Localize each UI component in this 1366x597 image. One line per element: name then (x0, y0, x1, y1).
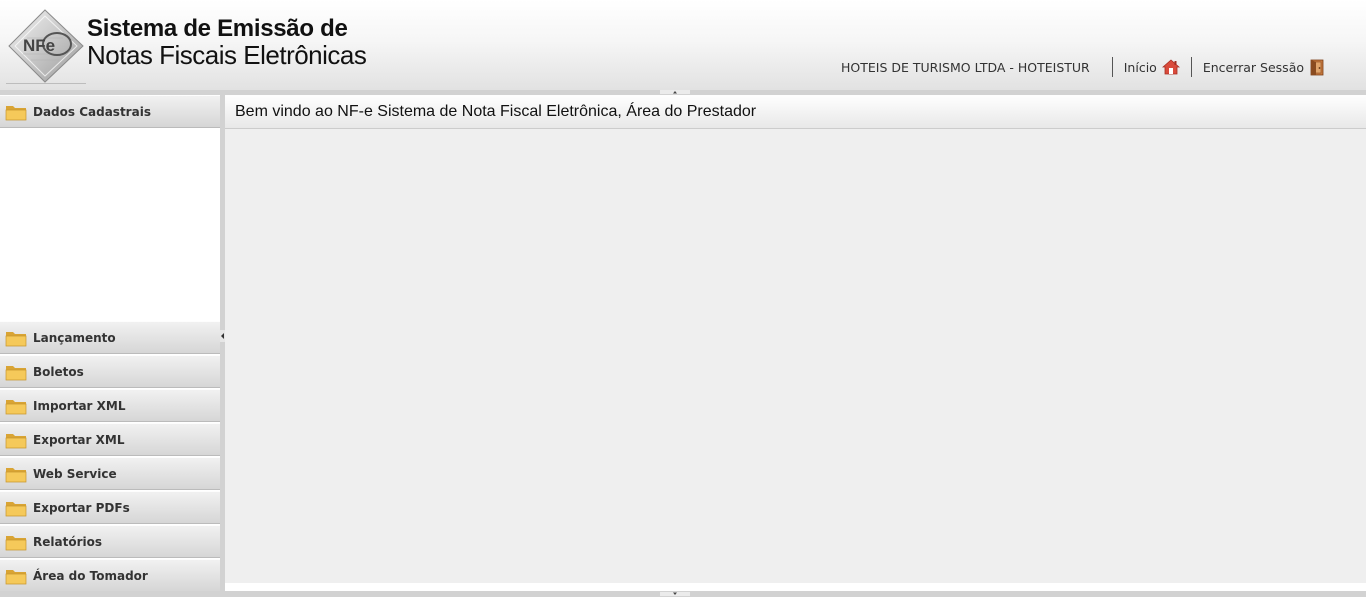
app-header: NFe Sistema de Emissão de Notas Fiscais … (0, 0, 1366, 90)
app-title-line1: Sistema de Emissão de (87, 15, 348, 42)
folder-icon (5, 365, 27, 380)
home-link[interactable]: Início (1113, 59, 1191, 75)
top-navigation: HOTEIS DE TURISMO LTDA - HOTEISTUR Iníci… (841, 57, 1336, 77)
sidebar-item-exportar-xml[interactable]: Exportar XML (0, 423, 220, 456)
sidebar-item-label: Lançamento (33, 330, 116, 345)
sidebar-item-lancamento[interactable]: Lançamento (0, 321, 220, 354)
logo-text: NFe (23, 36, 55, 55)
sidebar-item-relatorios[interactable]: Relatórios (0, 525, 220, 558)
sidebar-item-boletos[interactable]: Boletos (0, 355, 220, 388)
sidebar-item-label: Dados Cadastrais (33, 104, 151, 119)
folder-icon (5, 535, 27, 550)
sidebar-accordion: Dados Cadastrais Lançamento Boletos Impo… (0, 95, 220, 592)
logout-link-label: Encerrar Sessão (1202, 59, 1304, 75)
main-content: Bem vindo ao NF-e Sistema de Nota Fiscal… (225, 95, 1366, 591)
nfe-logo: NFe (7, 8, 85, 84)
company-name: HOTEIS DE TURISMO LTDA - HOTEISTUR (841, 59, 1090, 75)
sidebar-item-label: Exportar XML (33, 432, 125, 447)
content-header: Bem vindo ao NF-e Sistema de Nota Fiscal… (225, 95, 1366, 129)
sidebar-item-dados-cadastrais[interactable]: Dados Cadastrais (0, 95, 220, 128)
page-title: Bem vindo ao NF-e Sistema de Nota Fiscal… (235, 103, 757, 120)
house-icon (1161, 59, 1180, 75)
app-title: Sistema de Emissão de Notas Fiscais Elet… (87, 15, 367, 70)
folder-icon (5, 105, 27, 120)
sidebar-item-label: Exportar PDFs (33, 500, 130, 515)
logout-link[interactable]: Encerrar Sessão (1192, 59, 1336, 76)
sidebar-item-importar-xml[interactable]: Importar XML (0, 389, 220, 422)
sidebar-item-area-do-tomador[interactable]: Área do Tomador (0, 559, 220, 592)
app-title-line2: Notas Fiscais Eletrônicas (87, 40, 367, 70)
sidebar-item-exportar-pdfs[interactable]: Exportar PDFs (0, 491, 220, 524)
sidebar-item-web-service[interactable]: Web Service (0, 457, 220, 490)
folder-icon (5, 331, 27, 346)
folder-icon (5, 569, 27, 584)
collapse-up-icon[interactable] (660, 90, 690, 94)
sidebar-item-label: Relatórios (33, 534, 102, 549)
folder-icon (5, 467, 27, 482)
folder-icon (5, 399, 27, 414)
collapse-down-icon[interactable] (660, 592, 690, 596)
folder-icon (5, 433, 27, 448)
door-exit-icon (1310, 59, 1324, 75)
logo-divider (6, 83, 86, 84)
home-link-label: Início (1123, 59, 1157, 75)
sidebar-item-label: Boletos (33, 364, 84, 379)
sidebar-item-label: Área do Tomador (33, 568, 148, 583)
content-bottom-edge (225, 583, 1366, 591)
folder-icon (5, 501, 27, 516)
sidebar-item-label: Web Service (33, 466, 117, 481)
sidebar-item-label: Importar XML (33, 398, 126, 413)
